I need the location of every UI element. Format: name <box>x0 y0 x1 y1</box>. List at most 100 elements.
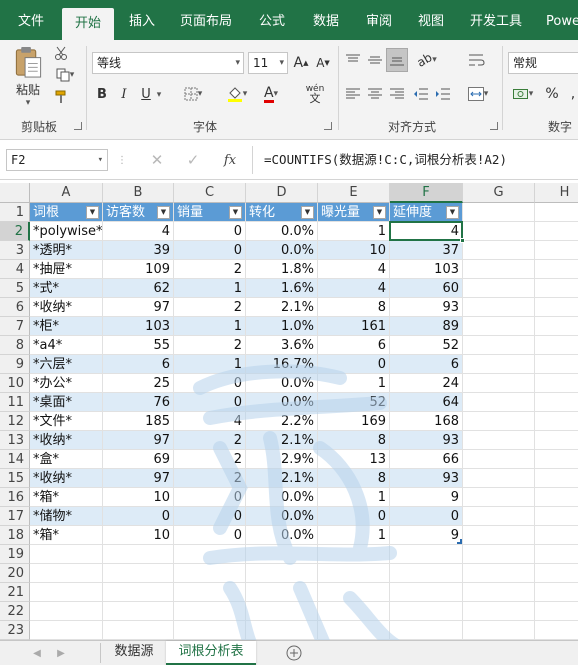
cell[interactable]: 55 <box>103 336 174 355</box>
column-header[interactable]: F <box>390 183 463 203</box>
cell[interactable] <box>535 260 578 279</box>
cell[interactable] <box>535 279 578 298</box>
cell[interactable] <box>463 336 535 355</box>
cell[interactable] <box>246 621 318 640</box>
cell[interactable] <box>390 602 463 621</box>
cell[interactable]: *桌面* <box>30 393 103 412</box>
comma-button[interactable]: , <box>566 84 578 104</box>
cell[interactable]: 168 <box>390 412 463 431</box>
filter-dropdown-icon[interactable]: ▼ <box>301 206 314 219</box>
row-header[interactable]: 7 <box>0 317 30 336</box>
cell[interactable]: 0.0% <box>246 507 318 526</box>
align-middle-button[interactable] <box>366 50 384 70</box>
cell[interactable] <box>318 545 390 564</box>
cell[interactable]: *盒* <box>30 450 103 469</box>
fill-color-button[interactable]: ▾ <box>222 84 252 104</box>
cell[interactable] <box>463 412 535 431</box>
cell[interactable]: 2.1% <box>246 469 318 488</box>
cell[interactable]: 0 <box>174 222 246 241</box>
cell[interactable] <box>463 526 535 545</box>
insert-function-button[interactable]: fx <box>218 150 242 170</box>
cell[interactable]: 97 <box>103 298 174 317</box>
cell[interactable] <box>535 336 578 355</box>
cell[interactable]: 1 <box>174 317 246 336</box>
cell[interactable] <box>535 564 578 583</box>
cell[interactable] <box>463 469 535 488</box>
row-header[interactable]: 12 <box>0 412 30 431</box>
italic-button[interactable]: I <box>116 84 132 104</box>
cell[interactable]: 4 <box>174 412 246 431</box>
row-header[interactable]: 21 <box>0 583 30 602</box>
formula-input[interactable]: =COUNTIFS(数据源!C:C,词根分析表!A2) <box>264 149 507 171</box>
alignment-dialog-launcher[interactable] <box>490 122 498 130</box>
cell[interactable]: 93 <box>390 469 463 488</box>
cell[interactable]: 0 <box>174 507 246 526</box>
cell[interactable]: 4 <box>318 279 390 298</box>
increase-font-button[interactable]: A ▲ <box>292 53 310 73</box>
cancel-entry-button[interactable]: ✕ <box>146 150 168 170</box>
fill-handle[interactable] <box>460 238 465 243</box>
column-header[interactable]: D <box>246 183 318 203</box>
font-dialog-launcher[interactable] <box>324 122 332 130</box>
cell[interactable] <box>103 545 174 564</box>
cell[interactable]: *收纳* <box>30 431 103 450</box>
cell[interactable]: 8 <box>318 431 390 450</box>
cell[interactable]: *透明* <box>30 241 103 260</box>
cell[interactable] <box>535 374 578 393</box>
cell[interactable] <box>463 260 535 279</box>
cell[interactable]: 1 <box>174 279 246 298</box>
ribbon-tab[interactable]: 插入 <box>120 0 164 40</box>
cell[interactable]: *抽屉* <box>30 260 103 279</box>
cell[interactable] <box>463 602 535 621</box>
cell[interactable]: 97 <box>103 469 174 488</box>
cell[interactable]: 0 <box>390 507 463 526</box>
cell[interactable]: 109 <box>103 260 174 279</box>
cell[interactable]: 52 <box>390 336 463 355</box>
filter-dropdown-icon[interactable]: ▼ <box>229 206 242 219</box>
cell[interactable]: 1 <box>174 355 246 374</box>
cell[interactable] <box>318 583 390 602</box>
cell[interactable]: *柜* <box>30 317 103 336</box>
row-header[interactable]: 9 <box>0 355 30 374</box>
cell[interactable] <box>535 488 578 507</box>
decrease-font-button[interactable]: A ▼ <box>314 53 332 73</box>
row-header[interactable]: 8 <box>0 336 30 355</box>
ribbon-tab[interactable]: 公式 <box>248 0 296 40</box>
table-resize-handle[interactable] <box>457 539 462 544</box>
cell[interactable]: 0 <box>174 488 246 507</box>
cell[interactable] <box>535 545 578 564</box>
cell[interactable] <box>535 393 578 412</box>
clipboard-dialog-launcher[interactable] <box>74 122 82 130</box>
cell[interactable]: 2 <box>174 450 246 469</box>
cell[interactable]: 1 <box>318 488 390 507</box>
copy-button[interactable]: ▾ <box>52 66 78 84</box>
cell[interactable] <box>30 583 103 602</box>
column-header[interactable]: H <box>535 183 578 203</box>
cell[interactable] <box>246 545 318 564</box>
table-header-cell[interactable]: 词根 ▼ <box>30 203 103 222</box>
cell[interactable]: *六层* <box>30 355 103 374</box>
row-header[interactable]: 6 <box>0 298 30 317</box>
cell[interactable] <box>463 241 535 260</box>
column-header[interactable]: B <box>103 183 174 203</box>
cell[interactable] <box>463 222 535 241</box>
ribbon-tab[interactable]: 开发工具 <box>460 0 532 40</box>
cell[interactable]: 0.0% <box>246 393 318 412</box>
ribbon-tab[interactable]: 页面布局 <box>170 0 242 40</box>
cell[interactable]: 89 <box>390 317 463 336</box>
cell[interactable] <box>535 355 578 374</box>
column-header[interactable]: C <box>174 183 246 203</box>
cell[interactable]: 25 <box>103 374 174 393</box>
row-header[interactable]: 23 <box>0 621 30 640</box>
cell[interactable]: 3.6% <box>246 336 318 355</box>
cell[interactable]: 6 <box>103 355 174 374</box>
cell[interactable] <box>535 507 578 526</box>
cell[interactable]: *式* <box>30 279 103 298</box>
filter-dropdown-icon[interactable]: ▼ <box>157 206 170 219</box>
cell[interactable]: 37 <box>390 241 463 260</box>
select-all-corner[interactable] <box>0 183 30 203</box>
cell[interactable] <box>463 317 535 336</box>
prev-sheet-icon[interactable]: ◀ <box>30 644 44 662</box>
cell[interactable] <box>246 602 318 621</box>
cell[interactable]: 93 <box>390 298 463 317</box>
